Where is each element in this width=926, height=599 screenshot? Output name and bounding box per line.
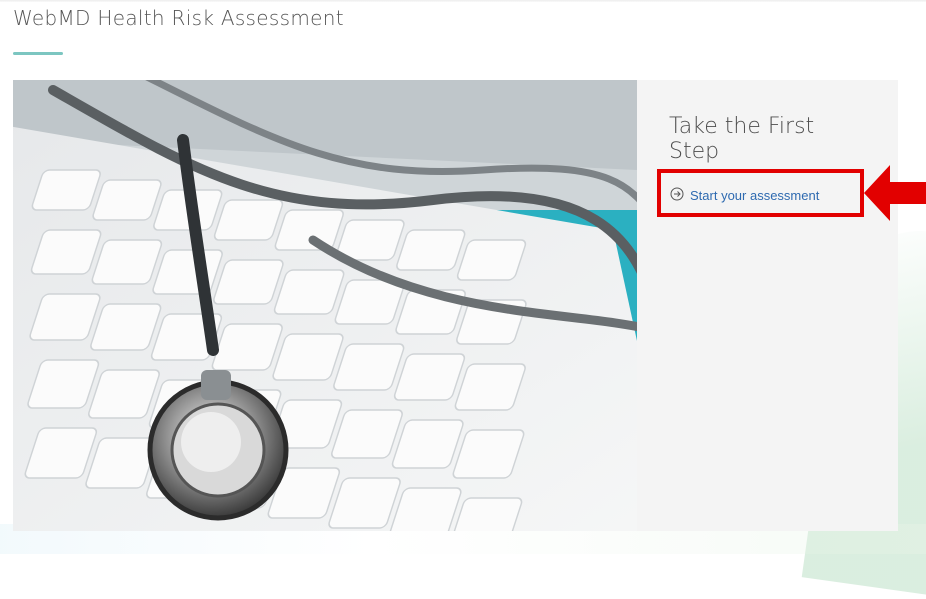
annotation-highlight-box [657, 169, 864, 217]
call-to-action-panel: Take the First Step Start your assessmen… [637, 80, 898, 531]
page-title: WebMD Health Risk Assessment [13, 6, 344, 30]
annotation-arrow-icon [864, 165, 926, 225]
top-divider [0, 0, 926, 2]
title-accent-bar [13, 52, 63, 55]
assessment-card: Take the First Step Start your assessmen… [13, 80, 898, 531]
stethoscope-keyboard-image [13, 80, 637, 531]
cta-heading: Take the First Step [669, 114, 815, 164]
